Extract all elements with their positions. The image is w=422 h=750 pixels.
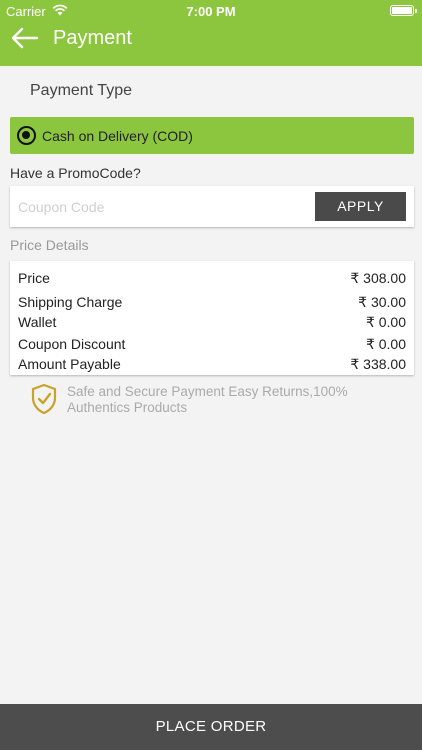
place-order-button[interactable]: PLACE ORDER — [0, 704, 422, 750]
wallet-row: Wallet ₹ 0.00 — [18, 314, 406, 332]
cod-option[interactable]: Cash on Delivery (COD) — [10, 117, 414, 154]
shipping-value: ₹ 30.00 — [358, 294, 406, 310]
shipping-label: Shipping Charge — [18, 294, 123, 310]
shipping-row: Shipping Charge ₹ 30.00 — [18, 294, 406, 312]
app-bar: Carrier 7:00 PM Payment — [0, 0, 422, 66]
price-row: Price ₹ 308.00 — [18, 270, 406, 288]
status-time: 7:00 PM — [186, 4, 236, 19]
payment-type-heading: Payment Type — [30, 82, 132, 99]
page-title: Payment — [53, 27, 132, 49]
price-label: Price — [18, 270, 50, 286]
arrow-left-icon[interactable] — [10, 26, 40, 50]
promo-heading: Have a PromoCode? — [10, 165, 141, 181]
promo-card: APPLY — [10, 186, 414, 227]
price-value: ₹ 308.00 — [350, 270, 406, 286]
radio-selected-icon[interactable] — [17, 126, 36, 145]
coupon-code-input[interactable] — [18, 194, 308, 220]
coupon-discount-row: Coupon Discount ₹ 0.00 — [18, 336, 406, 354]
battery-icon — [390, 5, 417, 16]
amount-payable-row: Amount Payable ₹ 338.00 — [18, 356, 406, 374]
amount-payable-value: ₹ 338.00 — [350, 356, 406, 372]
coupon-discount-label: Coupon Discount — [18, 336, 126, 352]
price-details-heading: Price Details — [10, 237, 89, 253]
status-bar: Carrier 7:00 PM — [0, 0, 422, 22]
wallet-label: Wallet — [18, 314, 57, 330]
apply-button[interactable]: APPLY — [315, 192, 406, 221]
shield-check-icon — [31, 383, 57, 415]
secure-payment-note: Safe and Secure Payment Easy Returns,100… — [30, 383, 410, 423]
cod-option-label: Cash on Delivery (COD) — [42, 128, 193, 144]
wallet-value: ₹ 0.00 — [365, 314, 406, 330]
price-details-card: Price ₹ 308.00 Shipping Charge ₹ 30.00 W… — [10, 261, 414, 375]
secure-payment-text: Safe and Secure Payment Easy Returns,100… — [67, 384, 348, 415]
amount-payable-label: Amount Payable — [18, 356, 121, 372]
coupon-discount-value: ₹ 0.00 — [365, 336, 406, 352]
